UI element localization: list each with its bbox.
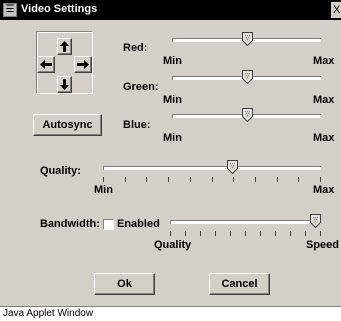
bandwidth-enabled-checkbox[interactable] [103, 219, 114, 230]
position-right-button[interactable] [74, 56, 92, 73]
quality-tick [190, 177, 191, 182]
red-label: Red: [123, 42, 148, 54]
green-slider-thumb[interactable] [242, 70, 254, 87]
green-max-label: Max [313, 94, 335, 106]
green-label: Green: [123, 81, 159, 93]
arrow-left-icon [40, 60, 52, 69]
arrow-down-icon [60, 79, 69, 90]
quality-tick [233, 177, 234, 182]
quality-tick [255, 177, 256, 182]
bandwidth-tick [275, 231, 276, 236]
blue-slider-thumb[interactable] [242, 108, 254, 125]
position-left-button[interactable] [37, 56, 55, 73]
bandwidth-label: Bandwidth: [40, 218, 100, 230]
blue-max-label: Max [313, 132, 335, 144]
bandwidth-tick [230, 231, 231, 236]
cancel-button[interactable]: Cancel [209, 273, 270, 295]
blue-min-label: Min [163, 132, 182, 144]
quality-slider-thumb[interactable] [227, 160, 239, 177]
bandwidth-tick [290, 231, 291, 236]
bandwidth-tick [305, 231, 306, 236]
bandwidth-enabled-label: Enabled [117, 218, 160, 230]
bandwidth-track [170, 220, 321, 224]
quality-min-label: Min [94, 184, 113, 196]
close-icon[interactable]: X [331, 2, 341, 18]
window-title: Video Settings [21, 3, 98, 15]
bandwidth-ticks [170, 231, 321, 236]
bandwidth-min-label: Quality [154, 239, 192, 251]
quality-ticks [103, 177, 321, 182]
arrow-up-icon [60, 41, 69, 52]
bandwidth-tick [320, 231, 321, 236]
arrow-right-icon [77, 60, 89, 69]
bandwidth-slider-thumb[interactable] [310, 214, 321, 231]
bandwidth-tick [185, 231, 186, 236]
red-min-label: Min [163, 55, 182, 67]
bandwidth-tick [200, 231, 201, 236]
quality-tick [103, 177, 104, 182]
bandwidth-tick [260, 231, 261, 236]
blue-label: Blue: [123, 119, 151, 131]
bandwidth-tick [245, 231, 246, 236]
position-down-button[interactable] [57, 76, 72, 93]
autosync-button[interactable]: Autosync [33, 114, 102, 136]
bandwidth-max-label: Speed [306, 239, 340, 251]
app-icon: ☰ [3, 3, 17, 17]
quality-tick [298, 177, 299, 182]
quality-tick [146, 177, 147, 182]
quality-track [103, 166, 321, 170]
quality-tick [320, 177, 321, 182]
bandwidth-tick [215, 231, 216, 236]
red-slider-thumb[interactable] [242, 32, 254, 49]
green-min-label: Min [163, 94, 182, 106]
bandwidth-tick [170, 231, 171, 236]
quality-label: Quality: [40, 165, 81, 177]
quality-tick [277, 177, 278, 182]
position-up-button[interactable] [57, 38, 72, 55]
status-bar: Java Applet Window [0, 306, 341, 321]
title-bar: ☰ Video Settings X [0, 0, 341, 20]
settings-panel: Autosync Red: Min Max Green: Min Max Blu… [0, 20, 341, 306]
quality-tick [125, 177, 126, 182]
quality-max-label: Max [313, 184, 335, 196]
quality-tick [212, 177, 213, 182]
quality-tick [168, 177, 169, 182]
red-max-label: Max [313, 55, 335, 67]
ok-button[interactable]: Ok [94, 273, 155, 295]
